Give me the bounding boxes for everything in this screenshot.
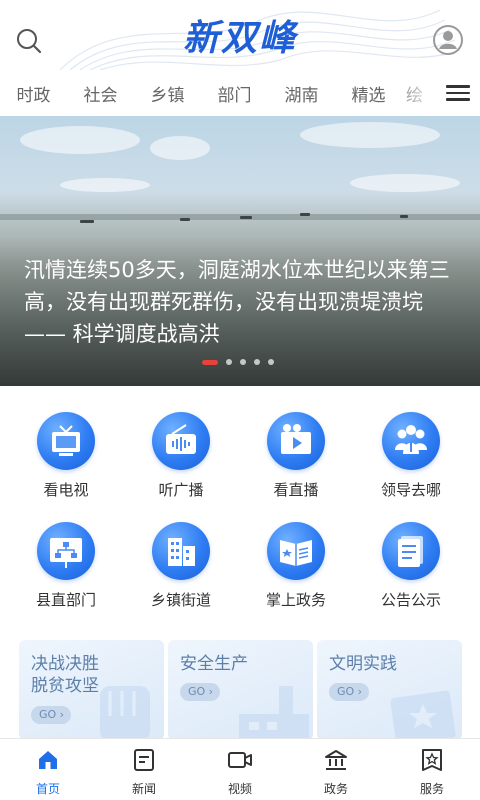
tabs-fade <box>410 70 440 116</box>
grid-item-live[interactable]: 看直播 <box>246 400 346 510</box>
tab-bumen[interactable]: 部门 <box>201 81 268 106</box>
grid-item-tv[interactable]: 看电视 <box>16 400 116 510</box>
banner-boat <box>180 218 190 221</box>
org-chart-icon <box>37 522 95 580</box>
card-title: 安全生产 <box>180 653 248 675</box>
category-tabs: 时政 社会 乡镇 部门 湖南 精选 绘 <box>0 70 480 116</box>
banner-boat <box>400 215 408 218</box>
nav-news[interactable]: 新闻 <box>96 739 192 800</box>
nav-government[interactable]: 政务 <box>288 739 384 800</box>
banner-cloud <box>350 174 460 192</box>
card-poverty-alleviation[interactable]: 决战决胜 脱贫攻坚 GO › <box>19 640 164 740</box>
notice-document-icon <box>382 522 440 580</box>
service-star-icon <box>422 749 442 771</box>
go-label: GO <box>188 685 206 698</box>
card-title-line1: 文明实践 <box>329 654 397 674</box>
banner-cloud <box>150 136 210 160</box>
card-title-line2: 脱贫攻坚 <box>31 676 99 696</box>
government-book-icon <box>267 522 325 580</box>
star-flag-decoration-icon <box>390 690 456 740</box>
banner-boat <box>80 220 94 223</box>
carousel-dot[interactable] <box>254 359 260 365</box>
go-button[interactable]: GO › <box>31 706 71 724</box>
banner-cloud <box>300 122 440 148</box>
banner-boat <box>240 216 252 219</box>
bottom-navigation: 首页 新闻 视频 政务 服务 <box>0 738 480 800</box>
grid-item-label: 看直播 <box>273 481 319 499</box>
grid-item-label: 看电视 <box>43 481 89 499</box>
grid-item-label: 掌上政务 <box>265 591 326 609</box>
grid-item-label: 县直部门 <box>35 591 96 609</box>
app-logo: 新双峰 <box>180 10 300 60</box>
hamburger-menu-icon[interactable] <box>446 81 470 105</box>
leaders-icon <box>382 412 440 470</box>
user-avatar-icon <box>433 25 463 55</box>
nav-label: 政务 <box>323 782 348 796</box>
carousel-dot[interactable] <box>226 359 232 365</box>
app-header: 新双峰 <box>0 0 480 70</box>
go-label: GO <box>39 708 57 721</box>
grid-item-label: 听广播 <box>158 481 204 499</box>
card-title: 决战决胜 脱贫攻坚 <box>31 653 99 697</box>
video-camera-icon <box>228 752 252 768</box>
banner-cloud <box>20 126 140 154</box>
grid-item-label: 公告公示 <box>380 591 441 609</box>
card-title-line1: 安全生产 <box>180 654 248 674</box>
banner-boat <box>300 213 310 216</box>
go-button[interactable]: GO › <box>180 683 220 701</box>
government-building-icon <box>325 750 347 770</box>
tab-shizheng[interactable]: 时政 <box>0 81 67 106</box>
nav-home[interactable]: 首页 <box>0 739 96 800</box>
live-video-icon <box>267 412 325 470</box>
search-icon <box>17 29 42 54</box>
go-label: GO <box>337 685 355 698</box>
banner-cloud <box>60 178 150 192</box>
grid-item-leaders[interactable]: 领导去哪 <box>361 400 461 510</box>
carousel-dot[interactable] <box>240 359 246 365</box>
grid-item-towns[interactable]: 乡镇街道 <box>131 510 231 620</box>
profile-button[interactable] <box>432 24 464 56</box>
grid-item-notices[interactable]: 公告公示 <box>361 510 461 620</box>
nav-label: 新闻 <box>131 782 156 796</box>
tab-shehui[interactable]: 社会 <box>67 81 134 106</box>
home-icon <box>39 751 57 769</box>
tv-icon <box>37 412 95 470</box>
card-production-safety[interactable]: 安全生产 GO › <box>168 640 313 740</box>
headline-banner[interactable]: 汛情连续50多天，洞庭湖水位本世纪以来第三高，没有出现群死群伤，没有出现溃堤溃垸… <box>0 116 480 386</box>
news-icon <box>134 749 154 771</box>
card-title-line1: 决战决胜 <box>31 654 99 674</box>
tab-jingxuan[interactable]: 精选 <box>335 81 402 106</box>
card-civilization-practice[interactable]: 文明实践 GO › <box>317 640 462 740</box>
nav-label: 首页 <box>35 782 60 796</box>
card-title: 文明实践 <box>329 653 397 675</box>
logo-text: 新双峰 <box>182 17 297 59</box>
grid-item-label: 领导去哪 <box>380 481 441 499</box>
nav-label: 服务 <box>419 782 444 796</box>
carousel-dot-active[interactable] <box>202 359 218 365</box>
factory-decoration-icon <box>239 686 309 740</box>
grid-item-label: 乡镇街道 <box>150 591 211 609</box>
grid-item-departments[interactable]: 县直部门 <box>16 510 116 620</box>
banner-headline[interactable]: 汛情连续50多天，洞庭湖水位本世纪以来第三高，没有出现群死群伤，没有出现溃堤溃垸… <box>24 254 456 350</box>
nav-video[interactable]: 视频 <box>192 739 288 800</box>
nav-service[interactable]: 服务 <box>384 739 480 800</box>
nav-label: 视频 <box>227 782 252 796</box>
feature-grid: 看电视 听广播 看直播 领导去哪 县直部门 乡镇街道 掌上政务 公告公示 <box>0 400 480 630</box>
radio-icon <box>152 412 210 470</box>
go-button[interactable]: GO › <box>329 683 369 701</box>
buildings-icon <box>152 522 210 580</box>
grid-item-gov-services[interactable]: 掌上政务 <box>246 510 346 620</box>
grid-item-radio[interactable]: 听广播 <box>131 400 231 510</box>
tab-hunan[interactable]: 湖南 <box>268 81 335 106</box>
carousel-dot[interactable] <box>268 359 274 365</box>
carousel-indicator <box>202 358 274 366</box>
tab-xiangzhen[interactable]: 乡镇 <box>134 81 201 106</box>
topic-cards: 决战决胜 脱贫攻坚 GO › 安全生产 GO › 文明实践 GO › <box>0 640 480 740</box>
search-button[interactable] <box>14 26 44 56</box>
